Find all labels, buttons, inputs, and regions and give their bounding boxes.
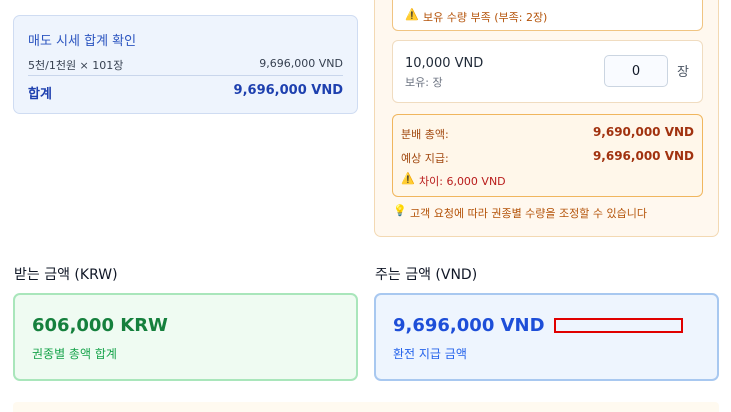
quantity-unit: 장 [677, 65, 689, 80]
denomination-panel: ⚠️ 보유 수량 부족 (부족: 2장) 10,000 VND 보유: 장 장 … [374, 0, 719, 237]
denomination-row: 10,000 VND 보유: 장 장 [392, 40, 703, 103]
next-section-edge [13, 402, 719, 412]
give-heading: 주는 금액 (VND) [375, 267, 478, 283]
receive-amount: 606,000 KRW [32, 315, 168, 336]
allocation-summary: 분배 총액: 9,690,000 VND 예상 지급: 9,696,000 VN… [392, 114, 703, 197]
receive-amount-card: 606,000 KRW 권종별 총액 합계 [13, 293, 358, 381]
denomination-name: 10,000 VND [405, 56, 484, 71]
confirm-row-label: 5천/1천원 × 101장 [28, 59, 124, 72]
quantity-input[interactable] [604, 55, 668, 87]
confirm-row-value: 9,696,000 VND [259, 57, 343, 70]
shortage-warning: ⚠️ 보유 수량 부족 (부족: 2장) [392, 0, 703, 31]
allocated-total-label: 분배 총액: [401, 128, 449, 141]
confirm-divider [28, 75, 343, 76]
difference-text: 차이: 6,000 VND [419, 175, 506, 188]
receive-caption: 권종별 총액 합계 [32, 347, 117, 361]
receive-heading: 받는 금액 (KRW) [14, 267, 118, 283]
warning-icon: ⚠️ [401, 172, 415, 185]
shortage-warning-text: 보유 수량 부족 (부족: 2장) [423, 11, 548, 24]
confirm-total-value: 9,696,000 VND [233, 83, 343, 98]
confirm-title: 매도 시세 합계 확인 [28, 34, 137, 49]
warning-icon: ⚠️ [405, 8, 419, 21]
highlight-annotation-box [554, 318, 683, 333]
give-caption: 환전 지급 금액 [393, 347, 467, 361]
lightbulb-icon: 💡 [393, 204, 407, 217]
give-amount: 9,696,000 VND [393, 315, 545, 336]
denomination-holding: 보유: 장 [405, 76, 443, 89]
give-amount-card: 9,696,000 VND 환전 지급 금액 [374, 293, 719, 381]
expected-payout-label: 예상 지급: [401, 152, 449, 165]
sale-total-confirm-card: 매도 시세 합계 확인 5천/1천원 × 101장 9,696,000 VND … [13, 15, 358, 114]
adjust-hint-text: 고객 요청에 따라 권종별 수량을 조정할 수 있습니다 [410, 207, 647, 220]
confirm-total-label: 합계 [28, 87, 52, 102]
allocated-total-value: 9,690,000 VND [592, 125, 694, 139]
expected-payout-value: 9,696,000 VND [592, 149, 694, 163]
